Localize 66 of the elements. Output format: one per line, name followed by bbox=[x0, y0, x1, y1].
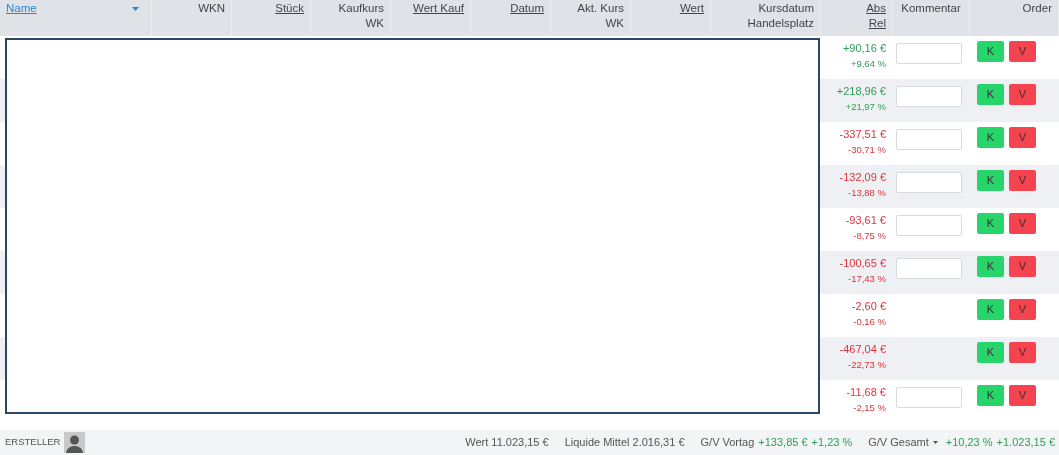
column-header: Akt. Kurs WK bbox=[577, 1, 624, 31]
abs-change: -467,04 € bbox=[838, 342, 886, 357]
buy-button[interactable]: K bbox=[977, 299, 1004, 320]
abs-change: -132,09 € bbox=[838, 170, 886, 185]
rel-change: -8,75 % bbox=[852, 229, 886, 243]
column-header[interactable]: Abs Rel bbox=[866, 1, 886, 36]
column-header: Kaufkurs WK bbox=[338, 1, 384, 31]
column-header[interactable]: Wert bbox=[679, 1, 704, 36]
liquid-funds: Liquide Mittel 2.016,31 € bbox=[564, 435, 685, 451]
rel-change: -13,88 % bbox=[846, 186, 886, 200]
buy-button[interactable]: K bbox=[977, 127, 1004, 148]
sell-button[interactable]: V bbox=[1009, 127, 1036, 148]
caret-icon[interactable] bbox=[932, 441, 938, 444]
buy-button[interactable]: K bbox=[977, 256, 1004, 277]
comment-field[interactable] bbox=[896, 257, 962, 279]
buy-button[interactable]: K bbox=[977, 170, 1004, 191]
sell-button[interactable]: V bbox=[1009, 41, 1036, 62]
sell-button[interactable]: V bbox=[1009, 256, 1036, 277]
column-header: WKN bbox=[198, 1, 225, 16]
sell-button[interactable]: V bbox=[1009, 170, 1036, 191]
comment-field[interactable] bbox=[896, 85, 962, 107]
column-header[interactable]: Stück bbox=[275, 1, 304, 36]
sort-caret-icon[interactable] bbox=[132, 7, 139, 11]
sell-button[interactable]: V bbox=[1009, 213, 1036, 234]
column-header: Kommentar bbox=[901, 1, 961, 16]
rel-change: -30,71 % bbox=[846, 143, 886, 157]
sell-button[interactable]: V bbox=[1009, 385, 1036, 406]
rel-change: -0,16 % bbox=[852, 315, 886, 329]
column-header[interactable]: Datum bbox=[510, 1, 544, 36]
total-gain-label[interactable]: G/V Gesamt bbox=[868, 434, 929, 451]
abs-change: -93,61 € bbox=[844, 213, 886, 228]
column-header: Order bbox=[1022, 1, 1052, 16]
rel-change: -2,15 % bbox=[852, 401, 886, 415]
day-gain-abs: +133,85 € bbox=[758, 435, 808, 451]
abs-change: +90,16 € bbox=[841, 41, 886, 56]
rel-change: +9,64 % bbox=[849, 57, 886, 71]
total-gain-rel: +10,23 % bbox=[945, 435, 993, 451]
abs-change: +218,96 € bbox=[835, 84, 886, 99]
buy-button[interactable]: K bbox=[977, 342, 1004, 363]
comment-field[interactable] bbox=[896, 214, 962, 236]
buy-button[interactable]: K bbox=[977, 213, 1004, 234]
day-gain-rel: +1,23 % bbox=[811, 435, 853, 451]
abs-change: -337,51 € bbox=[838, 127, 886, 142]
sell-button[interactable]: V bbox=[1009, 84, 1036, 105]
total-gain-abs: +1.023,15 € bbox=[996, 435, 1055, 451]
total-value: Wert 11.023,15 € bbox=[465, 435, 549, 451]
rel-change: -17,43 % bbox=[846, 272, 886, 286]
avatar-icon bbox=[64, 432, 86, 453]
abs-change: -100,65 € bbox=[838, 256, 886, 271]
comment-field[interactable] bbox=[896, 386, 962, 408]
day-gain-label: G/V Vortag bbox=[700, 435, 755, 451]
abs-change: -2,60 € bbox=[850, 299, 886, 314]
column-header[interactable]: Wert Kauf bbox=[413, 1, 464, 36]
sell-button[interactable]: V bbox=[1009, 342, 1036, 363]
abs-change: -11,68 € bbox=[845, 385, 886, 400]
buy-button[interactable]: K bbox=[977, 41, 1004, 62]
buy-button[interactable]: K bbox=[977, 385, 1004, 406]
comment-field[interactable] bbox=[896, 42, 962, 64]
comment-field[interactable] bbox=[896, 171, 962, 193]
column-header: Kursdatum Handelsplatz bbox=[747, 1, 814, 31]
comment-field[interactable] bbox=[896, 128, 962, 150]
buy-button[interactable]: K bbox=[977, 84, 1004, 105]
rel-change: +21,97 % bbox=[844, 100, 886, 114]
rel-change: -22,73 % bbox=[846, 358, 886, 372]
sell-button[interactable]: V bbox=[1009, 299, 1036, 320]
creator-label: ERSTELLER bbox=[5, 435, 61, 450]
